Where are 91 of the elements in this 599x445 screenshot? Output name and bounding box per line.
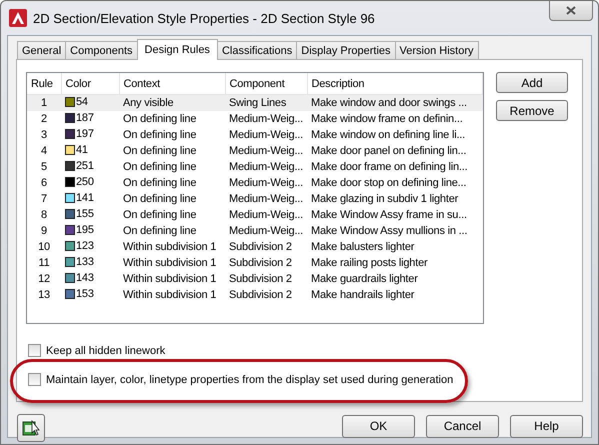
checkbox-label: Keep all hidden linework <box>46 344 166 356</box>
table-cell-text: 7 <box>40 192 48 207</box>
table-cell-text: Make door panel on defining lin... <box>310 144 468 159</box>
checkbox[interactable] <box>28 344 41 357</box>
table-cell-text: Make window on defining line li... <box>310 128 466 143</box>
window-title: 2D Section/Elevation Style Properties - 2D Section Style 96 <box>33 10 375 26</box>
table-cell-text: Make handrails lighter <box>310 288 416 303</box>
table-cell: On defining line <box>119 111 225 127</box>
table-cell-text: 8 <box>40 208 48 223</box>
table-cell-text: Make door stop on defining line... <box>310 176 468 191</box>
tab[interactable]: Classifications <box>216 41 298 59</box>
table-cell: Any visible <box>119 94 225 111</box>
color-number: 133 <box>76 256 94 268</box>
table-cell-text: Within subdivision 1 <box>122 288 218 303</box>
table-cell-text: 10 <box>37 240 51 255</box>
close-icon <box>566 6 576 15</box>
table-cell-text: Subdivision 2 <box>228 256 293 271</box>
color-number: 143 <box>76 272 94 284</box>
color-number: 54 <box>76 96 88 108</box>
table-cell-text: On defining line <box>122 144 198 159</box>
table-cell-text: Make door frame on defining lin... <box>310 160 468 175</box>
color-number: 155 <box>76 208 94 220</box>
table-cell-text: On defining line <box>122 176 198 191</box>
table-cell-text: 9 <box>40 224 48 239</box>
color-number: 187 <box>76 112 94 124</box>
table-cell: Make window frame on definin... <box>307 111 482 127</box>
table-cell-text: On defining line <box>122 208 198 223</box>
table-cell-text: 4 <box>40 144 48 159</box>
column-header[interactable]: Component <box>225 73 307 94</box>
column-header[interactable]: Description <box>307 73 482 94</box>
table-cell-text: Medium-Weig... <box>228 160 304 175</box>
color-number: 123 <box>76 240 94 252</box>
help-button[interactable]: Help <box>510 414 583 438</box>
table-cell-text: Medium-Weig... <box>228 144 304 159</box>
table-cell-text: Medium-Weig... <box>228 208 304 223</box>
tab[interactable]: General <box>17 41 66 59</box>
table-cell: Swing Lines <box>225 94 307 111</box>
tab[interactable]: Display Properties <box>296 41 396 59</box>
color-number: 197 <box>76 128 94 140</box>
table-cell: Make window and door swings ... <box>307 94 482 111</box>
table-cell-text: 11 <box>37 256 51 271</box>
table-cell-text: On defining line <box>122 128 198 143</box>
tab[interactable]: Version History <box>394 41 478 59</box>
table-cell-text: Medium-Weig... <box>228 224 304 239</box>
table-cell-text: 6 <box>40 176 48 191</box>
select-objects-button[interactable] <box>17 414 45 442</box>
table-cell-text: Make glazing in subdiv 1 lighter <box>310 192 460 207</box>
table-cell-text: Make balusters lighter <box>310 240 416 255</box>
table-cell-text: 12 <box>37 272 51 287</box>
table-cell: Medium-Weig... <box>225 111 307 127</box>
table-cell-text: Subdivision 2 <box>228 240 293 255</box>
column-header[interactable]: Context <box>119 73 225 94</box>
color-number: 195 <box>76 224 94 236</box>
color-number: 250 <box>76 176 94 188</box>
table-cell-text: Medium-Weig... <box>228 192 304 207</box>
color-number: 141 <box>76 192 94 204</box>
table-cell-text: Within subdivision 1 <box>122 272 218 287</box>
table-cell-text: Within subdivision 1 <box>122 256 218 271</box>
tab[interactable]: Components <box>65 41 138 59</box>
table-cell-text: Subdivision 2 <box>228 272 293 287</box>
table-cell: 2 <box>27 111 61 127</box>
table-cell-text: Make guardrails lighter <box>310 272 419 287</box>
table-cell-text: Within subdivision 1 <box>122 240 218 255</box>
table-cell-text: 3 <box>40 128 48 143</box>
select-objects-icon <box>22 419 40 437</box>
table-cell-text: On defining line <box>122 160 198 175</box>
column-header[interactable]: Color <box>61 73 119 94</box>
app-logo-icon <box>9 9 27 27</box>
checkbox-label: Maintain layer, color, linetype properties from the display set used during generation <box>46 374 454 386</box>
add-button[interactable]: Add <box>496 72 568 93</box>
color-number: 153 <box>76 288 94 300</box>
table-cell-text: On defining line <box>122 192 198 207</box>
table-cell-text: Subdivision 2 <box>228 288 293 303</box>
remove-button[interactable]: Remove <box>496 100 568 121</box>
ok-button[interactable]: OK <box>342 414 415 438</box>
cancel-button[interactable]: Cancel <box>426 414 499 438</box>
table-cell-text: Make Window Assy frame in su... <box>310 208 468 223</box>
color-number: 251 <box>76 160 94 172</box>
table-cell-text: Make railing posts lighter <box>310 256 428 271</box>
table-cell-text: Medium-Weig... <box>228 176 304 191</box>
checkbox[interactable] <box>28 373 41 386</box>
table-cell-text: On defining line <box>122 224 198 239</box>
table-cell: 1 <box>27 94 61 111</box>
column-header[interactable]: Rule <box>27 73 61 94</box>
color-number: 41 <box>76 144 88 156</box>
table-cell-text: 5 <box>40 160 48 175</box>
table-cell-text: Medium-Weig... <box>228 128 304 143</box>
close-button[interactable] <box>549 1 593 21</box>
table-cell-text: Make Window Assy mullions in ... <box>310 224 468 239</box>
table-cell-text: 13 <box>37 288 51 303</box>
tab[interactable]: Design Rules <box>136 39 218 60</box>
